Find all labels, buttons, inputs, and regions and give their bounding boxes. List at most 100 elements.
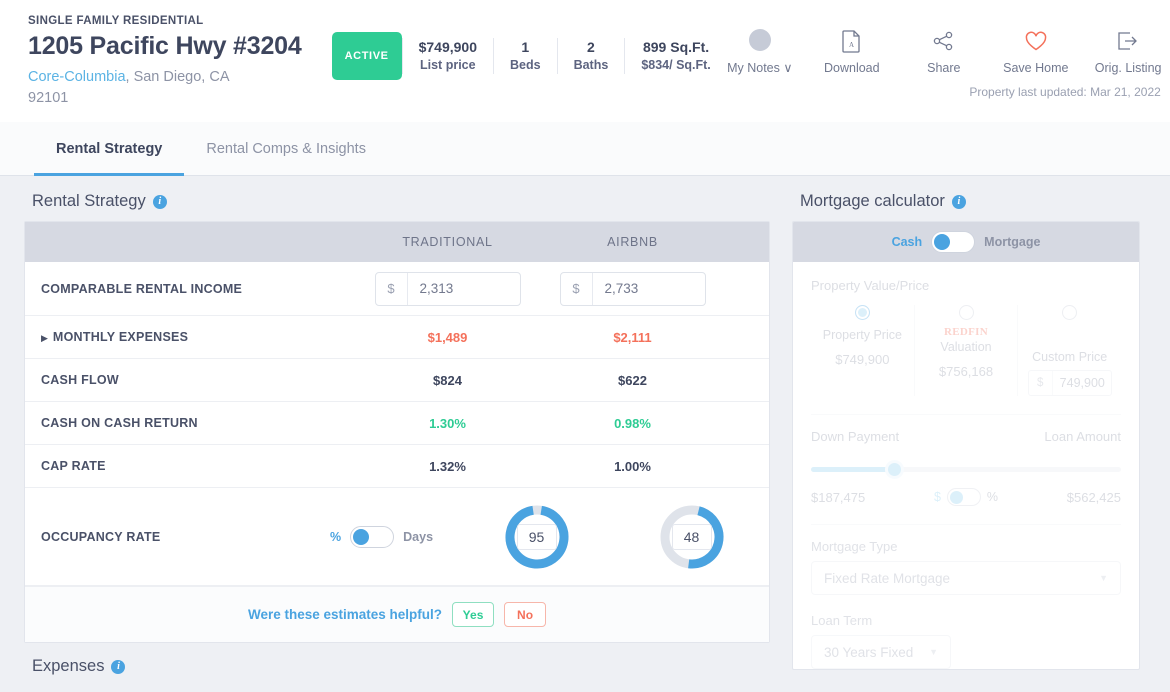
toggle-label-percent: % [987,490,998,504]
dollar-percent-switch[interactable] [947,488,981,506]
mortgage-type-select[interactable]: Fixed Rate Mortgage ▼ [811,561,1121,595]
my-notes-button[interactable]: My Notes ∨ [727,26,793,75]
neighborhood-link[interactable]: Core-Columbia [28,69,126,85]
action-label: Download [819,61,885,75]
save-home-button[interactable]: Save Home [1003,27,1069,75]
stat-label: Baths [574,57,609,74]
stat-value: 2 [574,38,609,57]
dollar-percent-toggle[interactable]: $ % [934,488,998,506]
stat-label: $834/ Sq.Ft. [641,57,710,74]
property-stats: ACTIVE $749,900 List price 1 Beds 2 Bath… [332,12,727,80]
occupancy-donut-airbnb: 48 [614,504,769,570]
action-label: Orig. Listing [1095,61,1161,75]
tab-rental-strategy[interactable]: Rental Strategy [34,122,184,175]
rental-strategy-heading: Rental Strategy i [32,192,770,211]
option-name: Custom Price [1022,350,1117,364]
column-header-airbnb: AIRBNB [540,235,725,249]
cash-mortgage-switch[interactable] [931,231,975,253]
mortgage-calculator-body: Property Value/Price Property Price $749… [793,262,1139,669]
row-label-monthly-expenses: MONTHLY EXPENSES [53,330,188,344]
option-name: Valuation [919,340,1014,354]
stat-value: $749,900 [419,38,477,57]
loan-amount-value: $562,425 [1067,490,1121,505]
section-title-text: Expenses [32,657,104,676]
down-payment-slider[interactable] [811,458,1121,480]
table-row[interactable]: ▶ MONTHLY EXPENSES $1,489 $2,111 [25,316,769,359]
heart-icon [1003,27,1069,55]
cash-mortgage-toggle[interactable]: Cash Mortgage [793,222,1139,262]
toggle-label-days: Days [403,530,433,544]
custom-price-input[interactable]: $ 749,900 [1028,370,1112,396]
property-location: Core-Columbia, San Diego, CA92101 [28,67,302,109]
stat-beds: 1 Beds [493,38,557,74]
select-value: Fixed Rate Mortgage [824,571,950,586]
row-label-comparable-rental-income: COMPARABLE RENTAL INCOME [41,282,242,296]
chevron-down-icon[interactable]: ▼ [1099,573,1108,583]
page-title: 1205 Pacific Hwy #3204 [28,32,302,61]
cell-monthly-expenses-airbnb: $2,111 [540,330,725,345]
feedback-yes-button[interactable]: Yes [452,602,494,627]
currency-prefix: $ [376,273,408,305]
occupancy-donut-traditional: 95 [459,504,614,570]
down-payment-label: Down Payment [811,429,899,444]
price-option-valuation[interactable]: REDFIN Valuation $756,168 [914,305,1018,396]
row-label-occupancy-rate: OCCUPANCY RATE [41,530,160,544]
cell-cash-flow-airbnb: $622 [540,373,725,388]
currency-prefix: $ [1029,371,1053,395]
input-value: 749,900 [1053,371,1111,395]
feedback-no-button[interactable]: No [504,602,546,627]
toggle-label-cash: Cash [892,235,923,249]
cell-monthly-expenses-traditional: $1,489 [355,330,540,345]
share-button[interactable]: Share [911,27,977,75]
info-icon[interactable]: i [111,660,125,674]
info-icon[interactable]: i [153,195,167,209]
radio-icon[interactable] [959,305,974,320]
donut-value-airbnb: 48 [672,524,712,550]
section-title-text: Rental Strategy [32,192,146,211]
price-option-property-price[interactable]: Property Price $749,900 [811,305,914,396]
table-row: CASH ON CASH RETURN 1.30% 0.98% [25,402,769,445]
cell-cash-flow-traditional: $824 [355,373,540,388]
rental-income-airbnb-input[interactable]: $ 2,733 [560,272,706,306]
stat-value: 1 [510,38,541,57]
action-label: Save Home [1003,61,1069,75]
stat-label: List price [419,57,477,74]
property-header: SINGLE FAMILY RESIDENTIAL 1205 Pacific H… [0,0,1170,122]
info-icon[interactable]: i [952,195,966,209]
tab-rental-comps-insights[interactable]: Rental Comps & Insights [184,122,388,175]
share-icon [911,27,977,55]
occupancy-unit-toggle[interactable]: % Days [304,526,459,548]
mortgage-calculator-column: Mortgage calculator i Cash Mortgage Prop… [792,192,1140,676]
download-button[interactable]: A Download [819,27,885,75]
expand-caret-icon[interactable]: ▶ [41,333,48,343]
option-name: Property Price [815,328,910,342]
cell-cash-on-cash-airbnb: 0.98% [540,416,725,431]
slider-fill [811,467,892,472]
status-badge: ACTIVE [332,32,402,80]
option-value: $756,168 [919,364,1014,379]
divider [811,524,1121,525]
occupancy-rate-row: OCCUPANCY RATE % Days [25,488,769,586]
price-option-custom-price[interactable]: Custom Price $ 749,900 [1017,305,1121,396]
slider-thumb[interactable] [885,460,904,479]
cell-cash-on-cash-traditional: 1.30% [355,416,540,431]
stat-baths: 2 Baths [557,38,625,74]
pdf-download-icon: A [819,27,885,55]
loan-amount-label: Loan Amount [1044,429,1121,444]
chevron-down-icon[interactable]: ▼ [929,647,938,657]
tab-bar: Rental Strategy Rental Comps & Insights [0,122,1170,176]
content-area: Rental Strategy i TRADITIONAL AIRBNB COM… [0,176,1170,676]
stat-sqft: 899 Sq.Ft. $834/ Sq.Ft. [624,38,726,74]
radio-icon[interactable] [855,305,870,320]
stat-label: Beds [510,57,541,74]
cell-cap-rate-airbnb: 1.00% [540,459,725,474]
percent-days-switch[interactable] [350,526,394,548]
radio-icon[interactable] [1062,305,1077,320]
rental-income-traditional-input[interactable]: $ 2,313 [375,272,521,306]
loan-term-select[interactable]: 30 Years Fixed ▼ [811,635,951,669]
donut-chart: 95 [504,504,570,570]
toggle-label-dollar: $ [934,490,941,504]
orig-listing-button[interactable]: Orig. Listing [1095,27,1161,75]
section-title-text: Mortgage calculator [800,192,945,211]
svg-text:A: A [849,41,854,49]
